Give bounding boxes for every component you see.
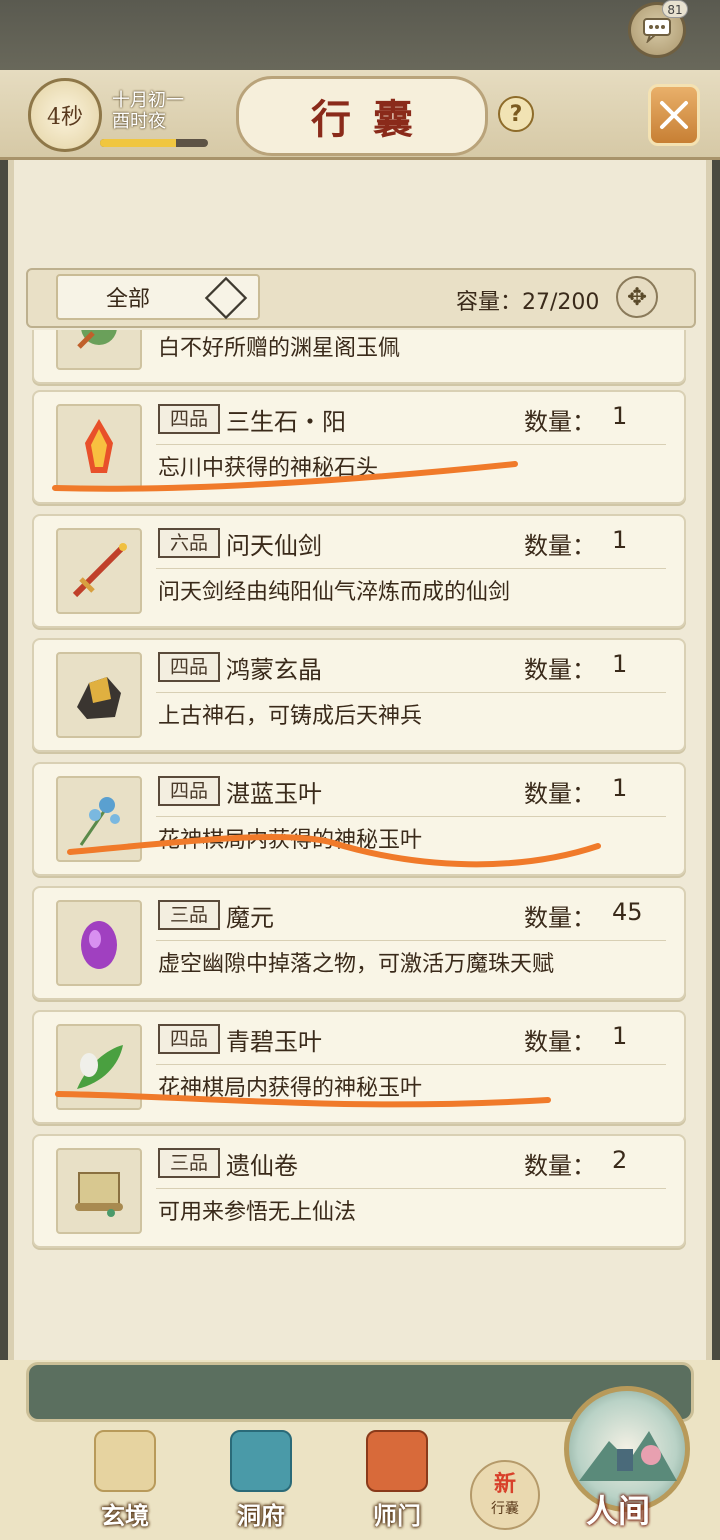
item-name: 遗仙卷 xyxy=(226,1152,298,1180)
item-desc: 花神棋局内获得的神秘玉叶 xyxy=(158,1076,423,1101)
jade-pendant-icon xyxy=(56,330,142,370)
list-item[interactable]: 四品 湛蓝玉叶 数量： 1 花神棋局内获得的神秘玉叶 xyxy=(32,762,686,876)
page-title: 行囊 xyxy=(236,76,488,156)
qty-label: 数量： xyxy=(524,532,596,560)
item-desc: 问天剑经由纯阳仙气淬炼而成的仙剑 xyxy=(158,580,511,605)
qty-value: 1 xyxy=(612,650,628,678)
nav-xuanjing[interactable]: 玄境 xyxy=(70,1430,180,1530)
qty-value: 45 xyxy=(612,898,643,926)
item-name: 三生石・阳 xyxy=(226,408,346,436)
qty-label: 数量： xyxy=(524,656,596,684)
nav-label: 洞府 xyxy=(237,1501,285,1530)
help-button[interactable]: ? xyxy=(498,96,534,132)
divider xyxy=(156,444,666,445)
capacity-text: 容量：27/200 xyxy=(456,284,599,316)
item-name: 青碧玉叶 xyxy=(226,1028,322,1056)
chat-bubble-icon xyxy=(643,18,671,43)
blue-flower-icon xyxy=(56,776,142,862)
qty-value: 1 xyxy=(612,1022,628,1050)
qty-label: 数量： xyxy=(524,780,596,808)
grade-badge: 四品 xyxy=(158,776,220,806)
item-desc: 白不好所赠的渊星阁玉佩 xyxy=(158,336,401,361)
grade-badge: 三品 xyxy=(158,900,220,930)
grade-badge: 四品 xyxy=(158,1024,220,1054)
grade-badge: 六品 xyxy=(158,528,220,558)
item-desc: 可用来参悟无上仙法 xyxy=(158,1200,357,1225)
close-button[interactable] xyxy=(648,84,700,146)
qty-label: 数量： xyxy=(524,1152,596,1180)
item-desc: 虚空幽隙中掉落之物，可激活万魔珠天赋 xyxy=(158,952,555,977)
grade-badge: 四品 xyxy=(158,652,220,682)
list-item[interactable]: 四品 三生石・阳 数量： 1 忘川中获得的神秘石头 xyxy=(32,390,686,504)
qty-value: 1 xyxy=(612,774,628,802)
qty-label: 数量： xyxy=(524,408,596,436)
chat-badge: 81 xyxy=(662,0,688,18)
date-line1: 十月初一 xyxy=(112,90,184,111)
banner-icon xyxy=(366,1430,428,1492)
qty-value: 1 xyxy=(612,526,628,554)
item-name: 鸿蒙玄晶 xyxy=(226,656,322,684)
item-desc: 忘川中获得的神秘石头 xyxy=(158,456,379,481)
fire-crystal-icon xyxy=(56,404,142,490)
list-item[interactable]: 四品 鸿蒙玄晶 数量： 1 上古神石，可铸成后天神兵 xyxy=(32,638,686,752)
close-x-icon xyxy=(660,101,688,129)
divider xyxy=(156,692,666,693)
game-date: 十月初一 酉时夜 xyxy=(112,90,184,132)
sword-icon xyxy=(56,528,142,614)
scroll-map-icon xyxy=(94,1430,156,1492)
qty-label: 数量： xyxy=(524,904,596,932)
capacity-label: 容量： xyxy=(456,290,523,315)
timer-badge: 4秒 xyxy=(28,78,102,152)
item-name: 湛蓝玉叶 xyxy=(226,780,322,808)
new-tag: 新 xyxy=(493,1471,516,1497)
nav-label: 人间 xyxy=(586,1492,651,1530)
purple-gem-icon xyxy=(56,900,142,986)
item-list[interactable]: 白不好所赠的渊星阁玉佩 四品 三生石・阳 数量： 1 忘川中获得的神秘石头 六品… xyxy=(20,330,700,1250)
date-line2: 酉时夜 xyxy=(112,111,166,132)
item-desc: 上古神石，可铸成后天神兵 xyxy=(158,704,423,729)
list-item[interactable]: 三品 魔元 数量： 45 虚空幽隙中掉落之物，可激活万魔珠天赋 xyxy=(32,886,686,1000)
divider xyxy=(156,1064,666,1065)
nav-dongfu[interactable]: 洞府 xyxy=(206,1430,316,1530)
nav-shimen[interactable]: 师门 xyxy=(342,1430,452,1530)
list-item[interactable]: 六品 问天仙剑 数量： 1 问天剑经由纯阳仙气淬炼而成的仙剑 xyxy=(32,514,686,628)
grade-badge: 三品 xyxy=(158,1148,220,1178)
gold-ore-icon xyxy=(56,652,142,738)
qty-value: 2 xyxy=(612,1146,628,1174)
scroll-icon xyxy=(56,1148,142,1234)
green-leaf-icon xyxy=(56,1024,142,1110)
grade-badge: 四品 xyxy=(158,404,220,434)
top-background xyxy=(0,0,720,80)
expand-capacity-icon[interactable]: ✥ xyxy=(616,276,658,318)
nav-label: 行囊 xyxy=(491,1501,519,1517)
item-name: 魔元 xyxy=(226,904,274,932)
divider xyxy=(156,1188,666,1189)
item-desc: 花神棋局内获得的神秘玉叶 xyxy=(158,828,423,853)
divider xyxy=(156,940,666,941)
nav-xingnang[interactable]: 新 行囊 xyxy=(470,1460,540,1530)
item-name: 问天仙剑 xyxy=(226,532,322,560)
capacity-value: 27/200 xyxy=(522,290,600,315)
pavilion-icon xyxy=(230,1430,292,1492)
nav-label: 师门 xyxy=(373,1501,421,1530)
list-item[interactable]: 三品 遗仙卷 数量： 2 可用来参悟无上仙法 xyxy=(32,1134,686,1248)
list-item[interactable]: 白不好所赠的渊星阁玉佩 xyxy=(32,330,686,384)
divider xyxy=(156,816,666,817)
time-progress-fill xyxy=(100,139,176,147)
nav-label: 玄境 xyxy=(101,1501,149,1530)
divider xyxy=(156,568,666,569)
qty-label: 数量： xyxy=(524,1028,596,1056)
time-progress-bar xyxy=(100,139,208,147)
list-item[interactable]: 四品 青碧玉叶 数量： 1 花神棋局内获得的神秘玉叶 xyxy=(32,1010,686,1124)
qty-value: 1 xyxy=(612,402,628,430)
